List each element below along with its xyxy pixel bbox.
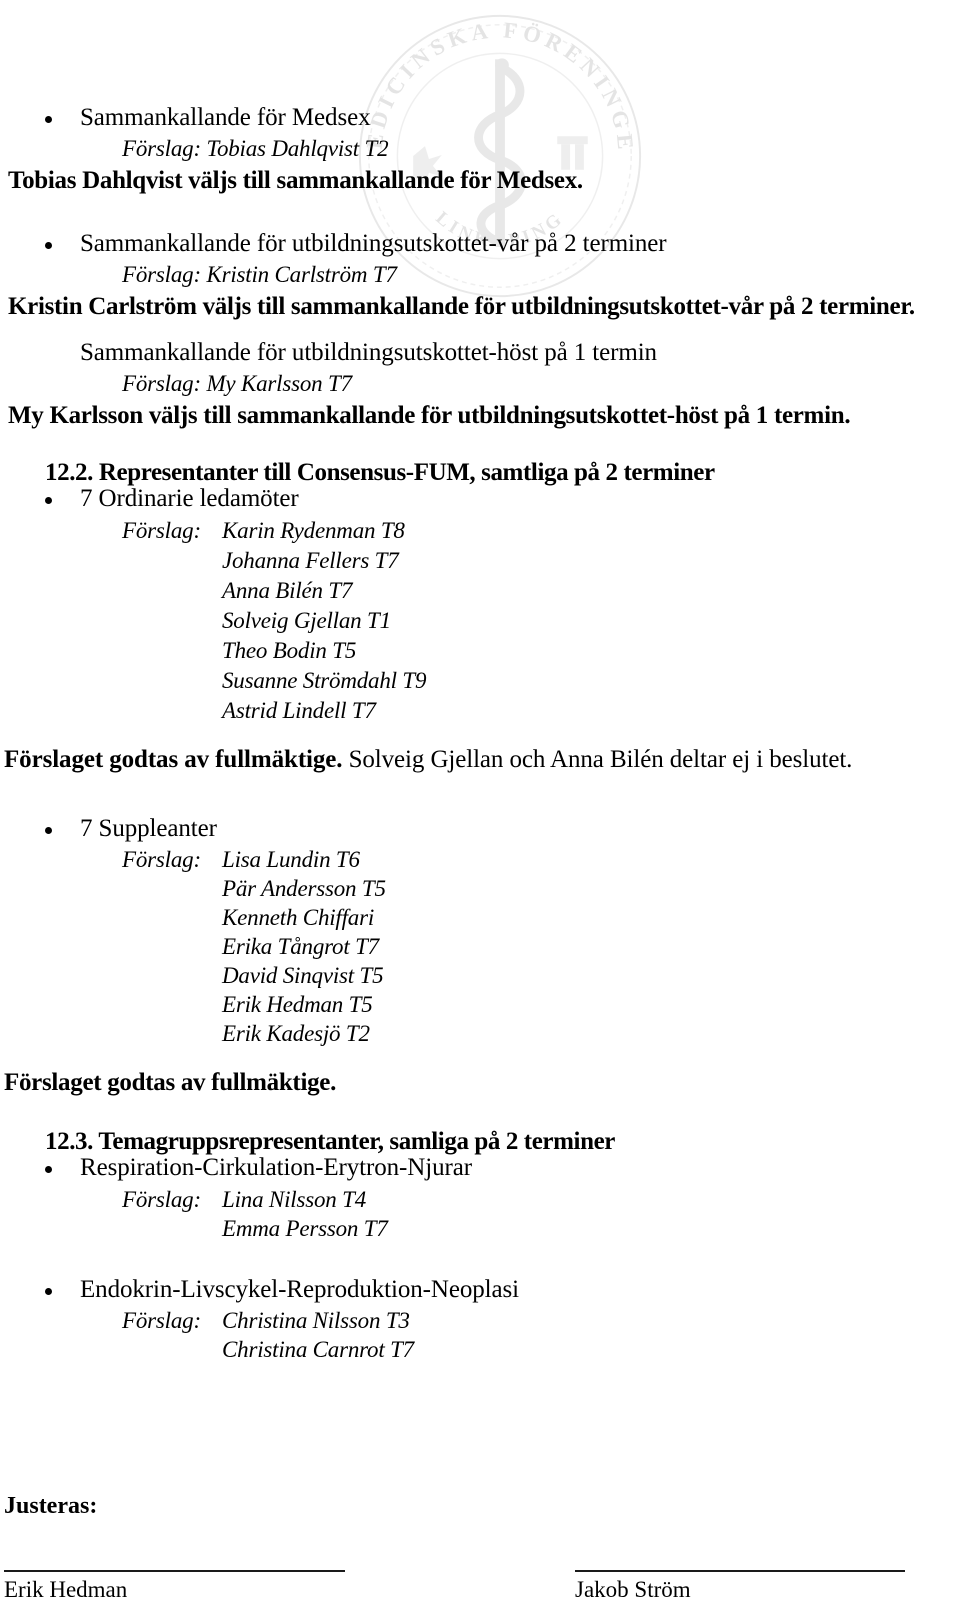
- result-medsex: Tobias Dahlqvist väljs till sammankallan…: [8, 167, 583, 194]
- svg-text:MEDICINSKA FÖRENINGEN: MEDICINSKA FÖRENINGEN: [352, 8, 639, 155]
- decision-bold: Förslaget godtas av fullmäktige.: [4, 746, 343, 773]
- decision-ordinarie: Förslaget godtas av fullmäktige. Solveig…: [4, 745, 852, 775]
- bullet-marker: [45, 827, 52, 834]
- forslag-utb-var: Förslag: Kristin Carlström T7: [122, 261, 397, 289]
- result-utb-host: My Karlsson väljs till sammankallande fö…: [8, 402, 851, 429]
- forslag-label: Förslag:: [122, 262, 201, 287]
- document-page: MEDICINSKA FÖRENINGEN LINKÖPING Sammanka…: [0, 0, 960, 1611]
- forslag-utb-host: Förslag: My Karlsson T7: [122, 370, 352, 398]
- signature-line-right: [575, 1570, 905, 1572]
- signature-line-left: [4, 1570, 345, 1572]
- name-ordinarie-1: Karin Rydenman T8: [222, 518, 405, 543]
- name-suppleant-5: David Sinqvist T5: [222, 963, 384, 988]
- forslag-value: Kristin Carlström T7: [206, 262, 397, 287]
- signature-name-right: Jakob Ström: [575, 1577, 691, 1602]
- bullet-marker: [45, 1288, 52, 1295]
- name-ordinarie-5: Theo Bodin T5: [222, 638, 357, 663]
- name-temagrupp-1-1: Lina Nilsson T4: [222, 1187, 366, 1212]
- forslag-value: Tobias Dahlqvist T2: [206, 136, 389, 161]
- label-temagrupp-2: Endokrin-Livscykel-Reproduktion-Neoplasi: [80, 1276, 519, 1303]
- name-suppleant-3: Kenneth Chiffari: [222, 905, 375, 930]
- bullet-marker: [45, 1166, 52, 1173]
- item-title-medsex: Sammankallande för Medsex: [80, 104, 371, 131]
- name-ordinarie-6: Susanne Strömdahl T9: [222, 668, 427, 693]
- name-ordinarie-3: Anna Bilén T7: [222, 578, 353, 603]
- name-temagrupp-2-2: Christina Carnrot T7: [222, 1337, 414, 1362]
- name-suppleant-6: Erik Hedman T5: [222, 992, 373, 1017]
- label-ordinarie: 7 Ordinarie ledamöter: [80, 485, 299, 512]
- forslag-label: Förslag:: [122, 136, 201, 161]
- bullet-marker: [45, 497, 52, 504]
- name-ordinarie-7: Astrid Lindell T7: [222, 698, 376, 723]
- forslag-label: Förslag:: [122, 1187, 201, 1212]
- name-suppleant-1: Lisa Lundin T6: [222, 847, 360, 872]
- name-temagrupp-1-2: Emma Persson T7: [222, 1216, 388, 1241]
- item-title-utb-host: Sammankallande för utbildningsutskottet-…: [80, 339, 657, 366]
- forslag-label: Förslag:: [122, 518, 201, 543]
- result-utb-var: Kristin Carlström väljs till sammankalla…: [8, 293, 915, 320]
- name-ordinarie-4: Solveig Gjellan T1: [222, 608, 391, 633]
- decision-rest: Solveig Gjellan och Anna Bilén deltar ej…: [342, 746, 853, 773]
- signature-name-left: Erik Hedman: [4, 1577, 128, 1602]
- forslag-label: Förslag:: [122, 1308, 201, 1333]
- forslag-label: Förslag:: [122, 847, 201, 872]
- item-title-utb-var: Sammankallande för utbildningsutskottet-…: [80, 230, 667, 257]
- medicinska-foreningen-seal-watermark: MEDICINSKA FÖRENINGEN LINKÖPING: [352, 8, 648, 304]
- name-temagrupp-2-1: Christina Nilsson T3: [222, 1308, 410, 1333]
- name-suppleant-4: Erika Tångrot T7: [222, 934, 379, 959]
- label-temagrupp-1: Respiration-Cirkulation-Erytron-Njurar: [80, 1154, 472, 1181]
- forslag-label: Förslag:: [122, 371, 201, 396]
- bullet-marker: [45, 242, 52, 249]
- decision-suppleanter: Förslaget godtas av fullmäktige.: [4, 1069, 337, 1096]
- bullet-marker: [45, 116, 52, 123]
- forslag-medsex: Förslag: Tobias Dahlqvist T2: [122, 135, 389, 163]
- label-suppleanter: 7 Suppleanter: [80, 815, 217, 842]
- name-suppleant-2: Pär Andersson T5: [222, 876, 386, 901]
- forslag-value: My Karlsson T7: [206, 371, 352, 396]
- name-suppleant-7: Erik Kadesjö T2: [222, 1021, 370, 1046]
- justeras-label: Justeras:: [4, 1493, 98, 1519]
- name-ordinarie-2: Johanna Fellers T7: [222, 548, 399, 573]
